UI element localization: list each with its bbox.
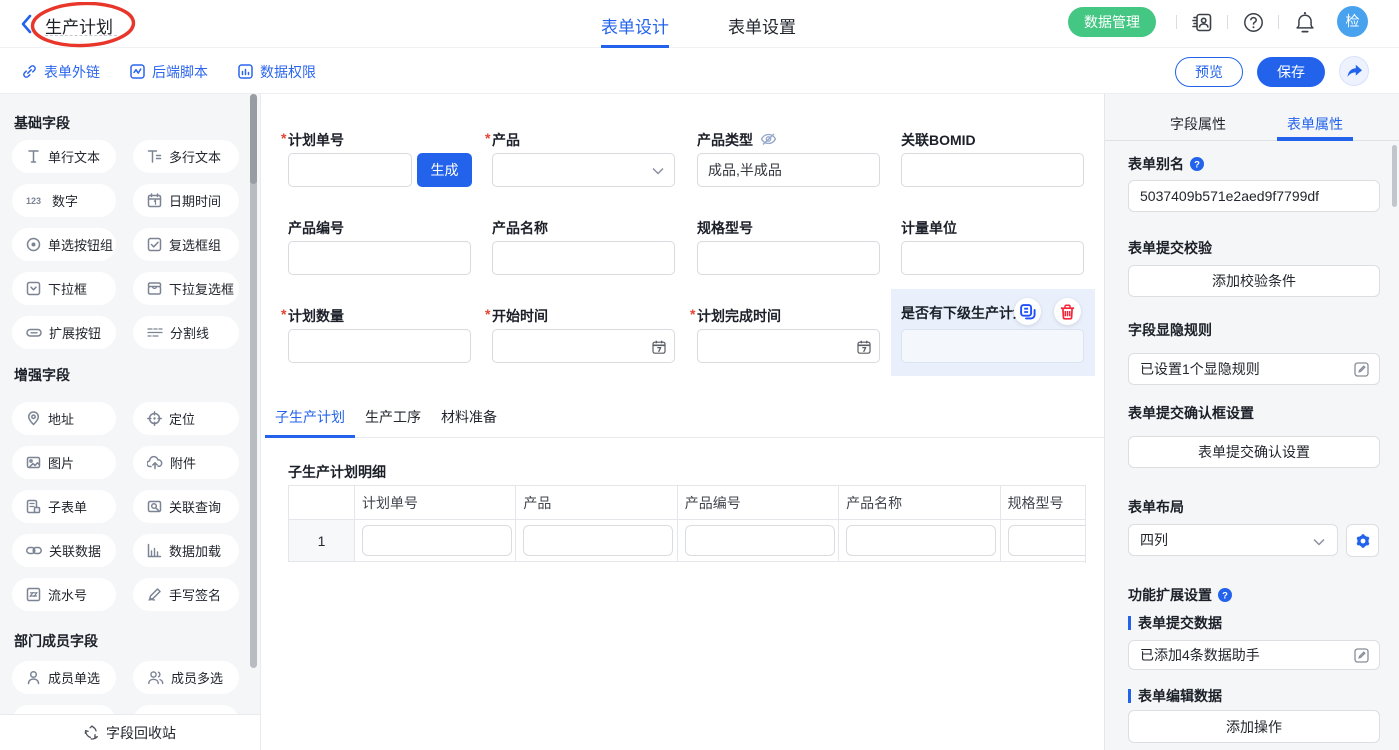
svg-text:?: ? xyxy=(1222,590,1228,601)
svg-text:?: ? xyxy=(1194,159,1200,170)
svg-text:123: 123 xyxy=(26,196,41,206)
